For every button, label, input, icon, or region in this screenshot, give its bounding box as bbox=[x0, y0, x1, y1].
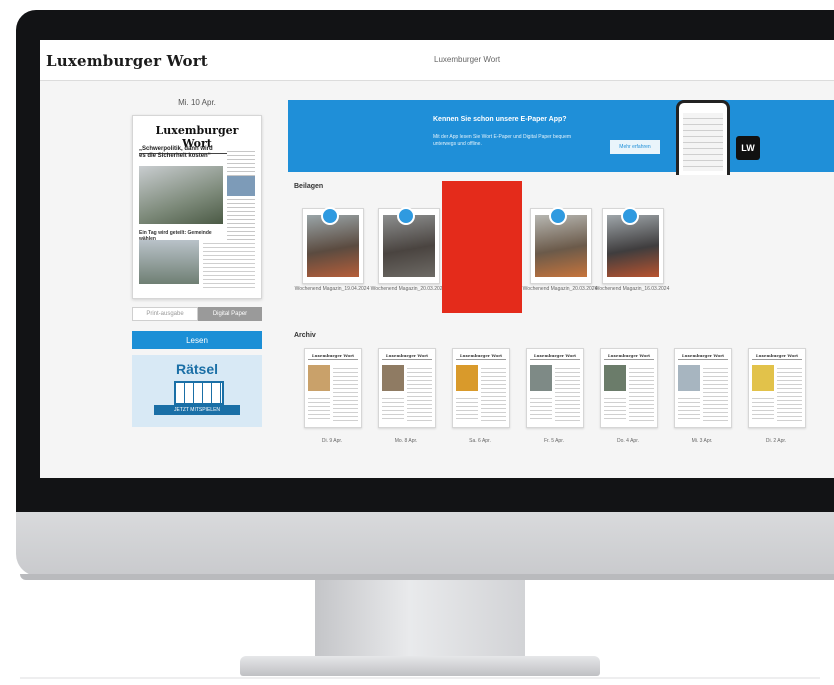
archive-text-column bbox=[333, 365, 358, 421]
archive-cover-photo bbox=[456, 365, 478, 391]
toggle-digital-paper[interactable]: Digital Paper bbox=[198, 307, 262, 321]
archive-text-column bbox=[308, 395, 330, 421]
screen: Luxemburger Wort Luxemburger Wort Mi. 10… bbox=[40, 40, 834, 478]
archive-text-column bbox=[530, 395, 552, 421]
front-page-photo-secondary bbox=[139, 240, 199, 284]
archive-text-column bbox=[703, 365, 728, 421]
archive-issue-thumbnail[interactable]: Luxemburger Wort bbox=[378, 348, 436, 428]
monitor-chin bbox=[16, 512, 834, 576]
archive-masthead: Luxemburger Wort bbox=[678, 353, 728, 360]
supplement-thumbnail[interactable] bbox=[530, 207, 592, 284]
redaction-block bbox=[442, 181, 522, 313]
issue-date: Mi. 10 Apr. bbox=[178, 98, 216, 107]
archive-heading: Archiv bbox=[294, 332, 316, 339]
top-bar: Luxemburger Wort Luxemburger Wort bbox=[40, 40, 834, 81]
archive-text-column bbox=[407, 365, 432, 421]
banner-title: Kennen Sie schon unsere E-Paper App? bbox=[433, 116, 567, 123]
monitor-stand-neck bbox=[315, 580, 525, 660]
archive-cover-photo bbox=[308, 365, 330, 391]
archive-cover-photo bbox=[678, 365, 700, 391]
archive-masthead: Luxemburger Wort bbox=[604, 353, 654, 360]
archive-date: Fr. 5 Apr. bbox=[543, 438, 564, 444]
app-promo-banner: Kennen Sie schon unsere E-Paper App? Mit… bbox=[288, 100, 834, 175]
archive-masthead: Luxemburger Wort bbox=[456, 353, 506, 360]
floor-shadow bbox=[20, 677, 820, 679]
archive-masthead: Luxemburger Wort bbox=[382, 353, 432, 360]
archive-cover-photo bbox=[530, 365, 552, 391]
archive-issue-thumbnail[interactable]: Luxemburger Wort bbox=[526, 348, 584, 428]
crossword-icon bbox=[174, 381, 224, 405]
play-now-button[interactable]: JETZT MITSPIELEN bbox=[154, 405, 240, 415]
supplement-badge-icon bbox=[321, 207, 339, 225]
archive-cover-photo bbox=[752, 365, 774, 391]
learn-more-button[interactable]: Mehr erfahren bbox=[610, 140, 660, 154]
archive-text-column bbox=[456, 395, 478, 421]
front-page-thumbnail[interactable]: Luxemburger Wort „Schwerpolitik, dann wi… bbox=[132, 115, 262, 299]
archive-date: Do. 4 Apr. bbox=[617, 438, 639, 444]
archive-masthead: Luxemburger Wort bbox=[752, 353, 802, 360]
archive-issue-thumbnail[interactable]: Luxemburger Wort bbox=[674, 348, 732, 428]
current-issue-panel: Mi. 10 Apr. Luxemburger Wort „Schwerpoli… bbox=[132, 98, 262, 427]
app-icon: LW bbox=[736, 136, 760, 160]
puzzle-title: Rätsel bbox=[175, 361, 219, 377]
toggle-print-edition[interactable]: Print-ausgabe bbox=[132, 307, 198, 321]
archive-issue-thumbnail[interactable]: Luxemburger Wort bbox=[304, 348, 362, 428]
archive-text-column bbox=[382, 395, 404, 421]
supplement-caption: Wochenend Magazin_20.03.2024 bbox=[370, 286, 446, 292]
supplement-caption: Wochenend Magazin_19.04.2024 bbox=[294, 286, 370, 292]
archive-text-column bbox=[555, 365, 580, 421]
front-page-headline: „Schwerpolitik, dann wird es die Sicherh… bbox=[139, 146, 213, 159]
archive-masthead: Luxemburger Wort bbox=[530, 353, 580, 360]
archive-date: Di. 9 Apr. bbox=[321, 438, 343, 444]
archive-date: Mi. 3 Apr. bbox=[691, 438, 713, 444]
archive-date: Sa. 6 Apr. bbox=[469, 438, 491, 444]
supplement-badge-icon bbox=[621, 207, 639, 225]
edition-toggle: Print-ausgabe Digital Paper bbox=[132, 307, 262, 321]
read-button[interactable]: Lesen bbox=[132, 331, 262, 349]
archive-text-column bbox=[678, 395, 700, 421]
monitor-stand-foot bbox=[240, 656, 600, 676]
header-title: Luxemburger Wort bbox=[434, 55, 501, 64]
site-logo[interactable]: Luxemburger Wort bbox=[46, 52, 208, 70]
archive-issue-thumbnail[interactable]: Luxemburger Wort bbox=[748, 348, 806, 428]
phone-illustration bbox=[676, 100, 730, 175]
supplement-thumbnail[interactable] bbox=[602, 207, 664, 284]
front-page-photo bbox=[139, 166, 223, 224]
phone-screen bbox=[683, 113, 723, 171]
supplement-badge-icon bbox=[397, 207, 415, 225]
archive-text-column bbox=[752, 395, 774, 421]
archive-date: Mo. 8 Apr. bbox=[394, 438, 418, 444]
supplement-caption: Wochenend Magazin_20.03.2024 bbox=[522, 286, 598, 292]
archive-text-column bbox=[481, 365, 506, 421]
archive-issue-thumbnail[interactable]: Luxemburger Wort bbox=[600, 348, 658, 428]
archive-text-column bbox=[629, 365, 654, 421]
archive-text-column bbox=[604, 395, 626, 421]
banner-text: Mit der App lesen Sie Wort E-Paper und D… bbox=[433, 134, 572, 147]
front-page-text-column bbox=[203, 240, 255, 288]
archive-masthead: Luxemburger Wort bbox=[308, 353, 358, 360]
archive-cover-photo bbox=[604, 365, 626, 391]
archive-cover-photo bbox=[382, 365, 404, 391]
archive-text-column bbox=[777, 365, 802, 421]
supplement-caption: Wochenend Magazin_16.03.2024 bbox=[594, 286, 670, 292]
supplement-thumbnail[interactable] bbox=[302, 207, 364, 284]
supplements-heading: Beilagen bbox=[294, 183, 324, 190]
supplement-badge-icon bbox=[549, 207, 567, 225]
archive-date: Di. 2 Apr. bbox=[765, 438, 787, 444]
archive-issue-thumbnail[interactable]: Luxemburger Wort bbox=[452, 348, 510, 428]
front-page-side-image bbox=[227, 176, 255, 196]
supplement-thumbnail[interactable] bbox=[378, 207, 440, 284]
puzzle-banner[interactable]: Rätsel JETZT MITSPIELEN bbox=[132, 355, 262, 427]
